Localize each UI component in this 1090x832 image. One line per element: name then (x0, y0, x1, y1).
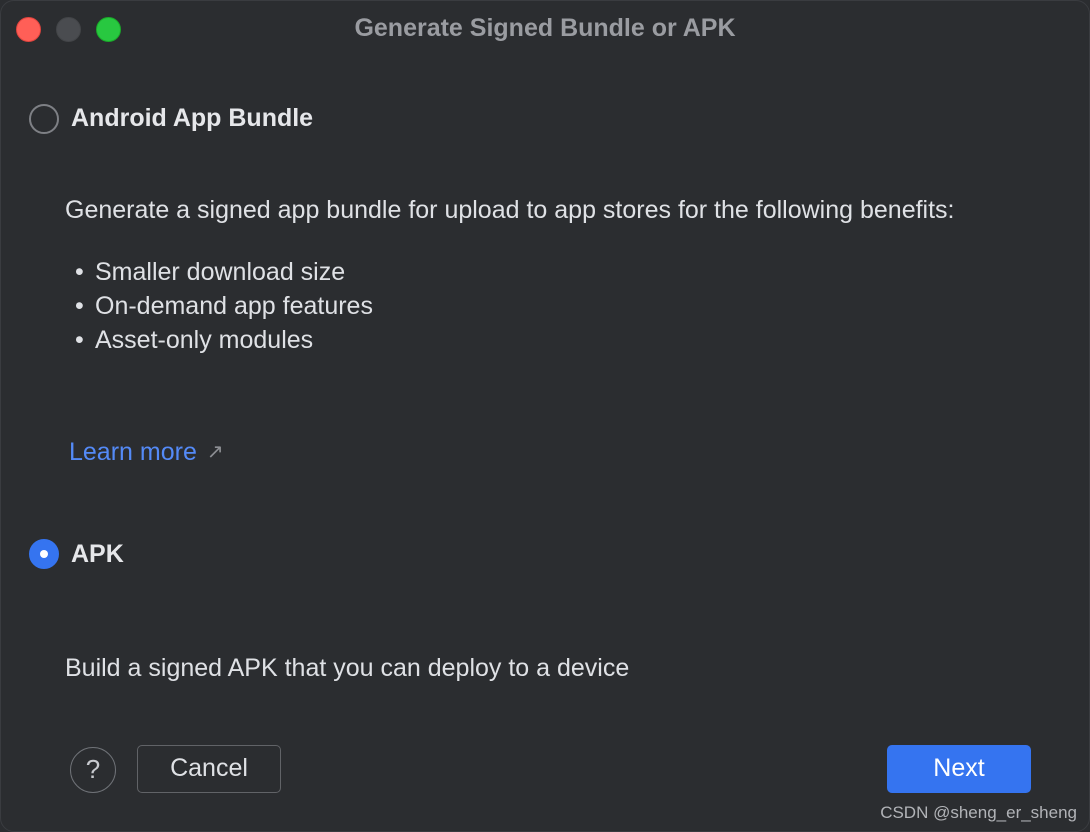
learn-more-label: Learn more (69, 438, 197, 466)
radio-android-app-bundle[interactable] (29, 104, 59, 134)
bundle-benefits-list: • Smaller download size • On-demand app fe… (75, 255, 373, 357)
external-link-arrow-icon: ↗ (206, 441, 224, 463)
dialog-window: Generate Signed Bundle or APK Android Ap… (0, 0, 1090, 832)
learn-more-link[interactable]: Learn more ↗ (69, 437, 224, 467)
list-item: • Asset-only modules (75, 326, 314, 354)
radio-apk[interactable] (29, 539, 59, 569)
benefit-text: On-demand app features (95, 292, 373, 320)
benefit-text: Asset-only modules (95, 326, 314, 354)
dialog-title: Generate Signed Bundle or APK (354, 14, 736, 42)
list-item: • Smaller download size (75, 258, 346, 286)
option-label-android-app-bundle[interactable]: Android App Bundle (71, 103, 313, 133)
cancel-button[interactable]: Cancel (137, 745, 281, 793)
help-icon: ? (85, 754, 101, 784)
help-button[interactable]: ? (70, 747, 116, 793)
option-label-apk[interactable]: APK (71, 539, 124, 569)
bundle-description: Generate a signed app bundle for upload … (65, 196, 955, 224)
apk-description: Build a signed APK that you can deploy t… (65, 654, 630, 682)
watermark-text: CSDN @sheng_er_sheng (880, 803, 1077, 822)
benefit-text: Smaller download size (95, 258, 346, 286)
title-bar: Generate Signed Bundle or APK (1, 1, 1089, 55)
next-button[interactable]: Next (887, 745, 1031, 793)
list-item: • On-demand app features (75, 292, 373, 320)
